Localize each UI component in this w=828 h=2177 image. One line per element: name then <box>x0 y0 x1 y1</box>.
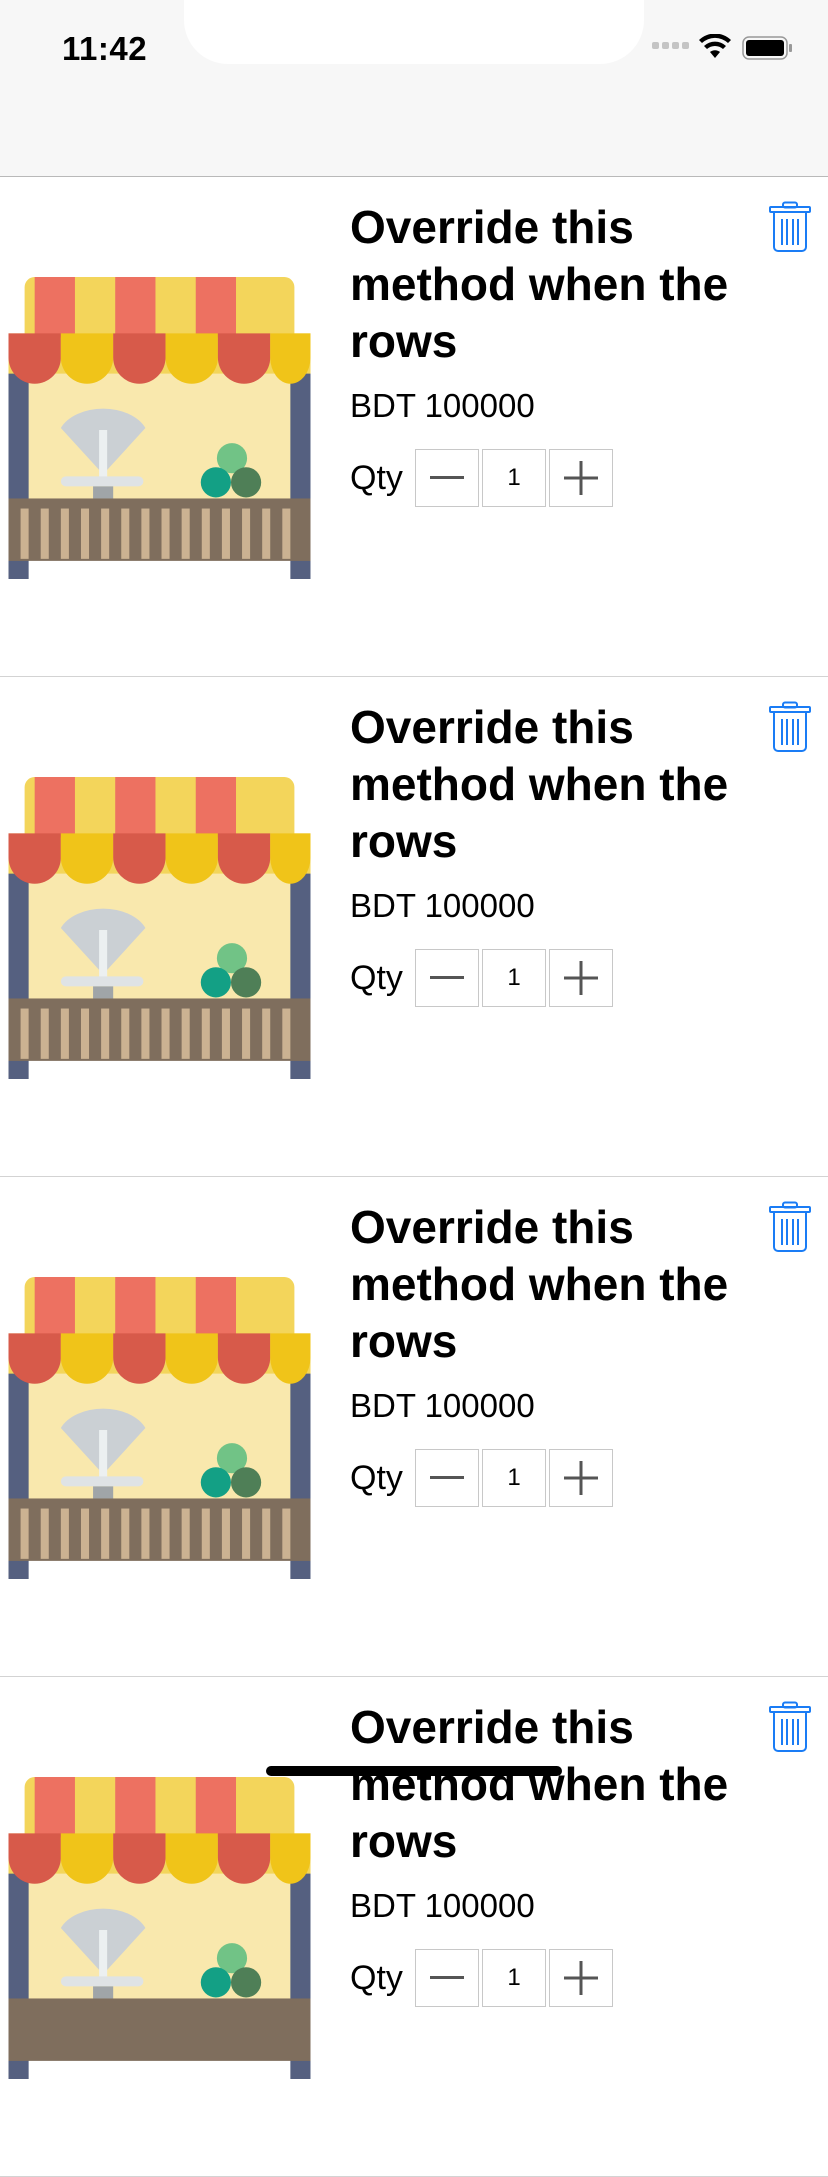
list-item[interactable]: Override this method when the rows BDT 1… <box>0 677 828 1177</box>
status-time: 11:42 <box>62 30 148 67</box>
quantity-stepper: 1 <box>415 949 616 1007</box>
item-price: BDT 100000 <box>350 1387 535 1424</box>
qty-label: Qty <box>350 1459 403 1497</box>
increase-button[interactable] <box>549 449 613 507</box>
plus-icon <box>564 461 598 495</box>
item-title: Override this method when the rows <box>350 1701 729 1867</box>
market-stall-icon <box>8 277 311 579</box>
notch <box>184 0 644 64</box>
quantity-field[interactable]: 1 <box>482 1949 546 2007</box>
plus-icon <box>564 1461 598 1495</box>
quantity-field[interactable]: 1 <box>482 949 546 1007</box>
increase-button[interactable] <box>549 1449 613 1507</box>
decrease-button[interactable] <box>415 1449 479 1507</box>
quantity-field[interactable]: 1 <box>482 1449 546 1507</box>
market-stall-icon <box>8 777 311 1079</box>
decrease-button[interactable] <box>415 949 479 1007</box>
item-title: Override this method when the rows <box>350 701 729 867</box>
item-title: Override this method when the rows <box>350 201 729 367</box>
quantity-stepper: 1 <box>415 1449 616 1507</box>
trash-icon[interactable] <box>768 1201 812 1253</box>
qty-label: Qty <box>350 959 403 997</box>
wifi-icon <box>699 34 731 58</box>
cart-list: Override this method when the rows BDT 1… <box>0 177 828 2177</box>
market-stall-icon <box>8 1277 311 1579</box>
item-price: BDT 100000 <box>350 887 535 924</box>
quantity-field[interactable]: 1 <box>482 449 546 507</box>
item-price: BDT 100000 <box>350 1887 535 1924</box>
home-indicator[interactable] <box>266 1766 562 1776</box>
item-title: Override this method when the rows <box>350 1201 729 1367</box>
qty-label: Qty <box>350 1959 403 1997</box>
increase-button[interactable] <box>549 1949 613 2007</box>
trash-icon[interactable] <box>768 1701 812 1753</box>
minus-icon <box>430 976 464 979</box>
status-bar: 11:42 <box>0 0 828 177</box>
quantity-stepper: 1 <box>415 449 616 507</box>
list-item[interactable]: Override this method when the rows BDT 1… <box>0 1177 828 1677</box>
decrease-button[interactable] <box>415 449 479 507</box>
market-stall-icon <box>8 1777 311 2079</box>
trash-icon[interactable] <box>768 701 812 753</box>
minus-icon <box>430 1976 464 1979</box>
item-price: BDT 100000 <box>350 387 535 424</box>
plus-icon <box>564 1961 598 1995</box>
quantity-stepper: 1 <box>415 1949 616 2007</box>
increase-button[interactable] <box>549 949 613 1007</box>
battery-icon <box>742 36 792 60</box>
minus-icon <box>430 476 464 479</box>
list-item[interactable]: Override this method when the rows BDT 1… <box>0 177 828 677</box>
minus-icon <box>430 1476 464 1479</box>
signal-icon <box>652 42 689 49</box>
plus-icon <box>564 961 598 995</box>
qty-label: Qty <box>350 459 403 497</box>
list-item[interactable]: Override this method when the rows BDT 1… <box>0 1677 828 2177</box>
decrease-button[interactable] <box>415 1949 479 2007</box>
trash-icon[interactable] <box>768 201 812 253</box>
